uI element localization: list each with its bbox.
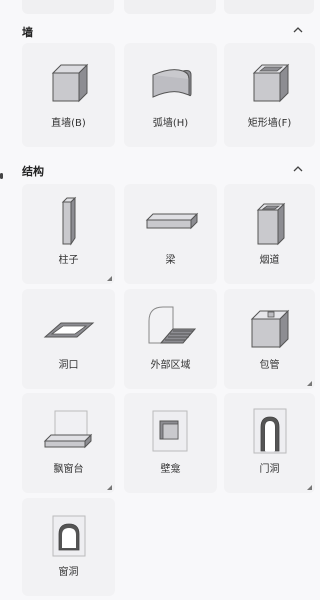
section-title-wall: 墙 xyxy=(22,26,33,39)
submenu-corner-icon[interactable] xyxy=(307,485,312,490)
submenu-corner-icon[interactable] xyxy=(307,381,312,386)
tile-label: 外部区域 xyxy=(150,360,191,371)
cutoff-tile xyxy=(124,0,216,14)
tool-column[interactable]: 柱子 xyxy=(22,184,115,284)
rect-wall-icon xyxy=(252,63,289,103)
bay-window-icon xyxy=(43,410,92,449)
tile-label: 柱子 xyxy=(58,255,79,266)
tile-label: 包管 xyxy=(259,360,280,371)
tile-label: 直墙(B) xyxy=(51,118,86,129)
tile-label: 弧墙(H) xyxy=(152,118,189,129)
tool-straight-wall[interactable]: 直墙(B) xyxy=(22,43,115,147)
tool-door-opening[interactable]: 门洞 xyxy=(224,393,315,493)
submenu-corner-icon[interactable] xyxy=(107,485,112,490)
collapse-chevron-icon[interactable] xyxy=(291,162,305,176)
door-opening-icon xyxy=(253,408,286,454)
tile-label: 窗洞 xyxy=(58,567,79,578)
collapse-chevron-icon[interactable] xyxy=(291,23,305,37)
beam-icon xyxy=(145,212,198,230)
section-title-structure: 结构 xyxy=(22,165,44,178)
flue-icon xyxy=(256,202,285,246)
tile-label: 梁 xyxy=(165,255,176,266)
submenu-corner-icon[interactable] xyxy=(107,276,112,281)
window-opening-icon xyxy=(52,515,85,557)
tool-arc-wall[interactable]: 弧墙(H) xyxy=(124,43,217,147)
opening-icon xyxy=(43,322,94,338)
tool-pipe-wrap[interactable]: 包管 xyxy=(224,289,315,389)
tool-beam[interactable]: 梁 xyxy=(124,184,217,284)
tile-label: 门洞 xyxy=(259,464,280,475)
tile-label: 壁龛 xyxy=(160,464,181,475)
column-icon xyxy=(61,196,76,246)
tool-niche[interactable]: 壁龛 xyxy=(124,393,217,493)
tile-label: 烟道 xyxy=(259,255,280,266)
cutoff-tile xyxy=(22,0,114,14)
pipe-wrap-icon xyxy=(250,309,289,349)
tile-label: 矩形墙(F) xyxy=(247,118,292,129)
tool-flue[interactable]: 烟道 xyxy=(224,184,315,284)
tile-label: 洞口 xyxy=(58,360,79,371)
tool-bay-window[interactable]: 飘窗台 xyxy=(22,393,115,493)
tool-outer-area[interactable]: 外部区域 xyxy=(124,289,217,389)
arc-wall-icon xyxy=(152,69,191,98)
straight-wall-icon xyxy=(51,63,88,103)
tile-label: 飘窗台 xyxy=(53,464,84,475)
tool-opening[interactable]: 洞口 xyxy=(22,289,115,389)
outer-area-icon xyxy=(148,306,196,344)
edge-marker xyxy=(0,173,3,179)
tool-rect-wall[interactable]: 矩形墙(F) xyxy=(224,43,315,147)
cutoff-tile xyxy=(224,0,314,14)
tool-window-opening[interactable]: 窗洞 xyxy=(22,498,115,596)
niche-icon xyxy=(152,410,187,452)
